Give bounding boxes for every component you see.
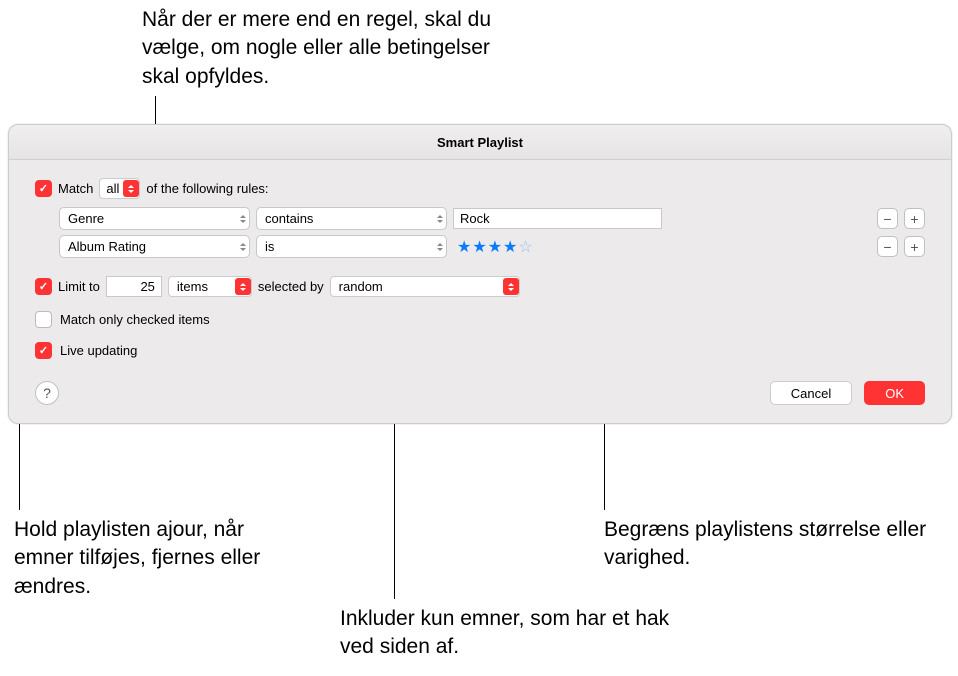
limit-row: Limit to 25 items selected by random — [35, 276, 925, 297]
chevron-icon — [503, 278, 519, 295]
match-mode-select[interactable]: all — [99, 178, 140, 199]
chevron-icon — [437, 243, 443, 251]
match-only-row: Match only checked items — [35, 311, 925, 328]
live-updating-row: Live updating — [35, 342, 925, 359]
selected-by-select[interactable]: random — [330, 276, 520, 297]
callout-top: Når der er mere end en regel, skal du væ… — [142, 6, 522, 91]
callout-bottom-left: Hold playlisten ajour, når emner tilføje… — [14, 516, 294, 601]
add-rule-button[interactable]: + — [904, 236, 925, 257]
selected-by-label: selected by — [258, 279, 324, 294]
live-updating-checkbox[interactable] — [35, 342, 52, 359]
rule-stars-input[interactable]: ★ ★ ★ ★ ☆ — [453, 237, 533, 257]
limit-unit-value: items — [177, 279, 231, 294]
ok-button[interactable]: OK — [864, 381, 925, 405]
match-row: Match all of the following rules: — [35, 178, 925, 199]
callout-bottom-right: Begræns playlistens størrelse eller vari… — [604, 516, 934, 573]
dialog-window: Smart Playlist Match all of the followin… — [8, 124, 952, 424]
add-rule-button[interactable]: + — [904, 208, 925, 229]
chevron-icon — [235, 278, 251, 295]
star-icon: ★ — [488, 237, 502, 257]
chevron-icon — [437, 215, 443, 223]
match-label-before: Match — [58, 181, 93, 196]
limit-unit-select[interactable]: items — [168, 276, 252, 297]
star-icon: ★ — [457, 237, 471, 257]
rule-field-select[interactable]: Genre — [59, 207, 250, 230]
rule-field-select[interactable]: Album Rating — [59, 235, 250, 258]
rule-row: Album Rating is ★ ★ ★ ★ ☆ − + — [59, 235, 925, 258]
star-icon: ★ — [503, 237, 517, 257]
callout-bottom-center: Inkluder kun emner, som har et hak ved s… — [340, 605, 670, 662]
rule-value-input[interactable]: Rock — [453, 208, 662, 229]
limit-checkbox[interactable] — [35, 278, 52, 295]
rule-field-value: Album Rating — [68, 239, 146, 254]
rule-op-value: contains — [265, 211, 313, 226]
star-empty-icon: ☆ — [518, 237, 532, 257]
chevron-icon — [240, 215, 246, 223]
dialog-footer: ? Cancel OK — [35, 363, 925, 405]
limit-value-input[interactable]: 25 — [106, 276, 162, 297]
rule-op-select[interactable]: contains — [256, 207, 447, 230]
live-updating-label: Live updating — [60, 343, 137, 358]
rule-op-value: is — [265, 239, 274, 254]
cancel-button[interactable]: Cancel — [770, 381, 852, 405]
remove-rule-button[interactable]: − — [877, 236, 898, 257]
selected-by-value: random — [339, 279, 499, 294]
match-mode-value: all — [106, 181, 119, 196]
star-icon: ★ — [472, 237, 486, 257]
callout-line-left — [19, 411, 20, 510]
rule-field-value: Genre — [68, 211, 104, 226]
rule-row: Genre contains Rock − + — [59, 207, 925, 230]
window-title: Smart Playlist — [9, 125, 951, 160]
limit-label: Limit to — [58, 279, 100, 294]
match-only-checkbox[interactable] — [35, 311, 52, 328]
chevron-icon — [240, 243, 246, 251]
rules-list: Genre contains Rock − + Album Rating — [59, 207, 925, 258]
remove-rule-button[interactable]: − — [877, 208, 898, 229]
rule-op-select[interactable]: is — [256, 235, 447, 258]
match-only-label: Match only checked items — [60, 312, 210, 327]
match-label-after: of the following rules: — [146, 181, 268, 196]
chevron-icon — [123, 180, 139, 197]
help-button[interactable]: ? — [35, 381, 59, 405]
match-checkbox[interactable] — [35, 180, 52, 197]
